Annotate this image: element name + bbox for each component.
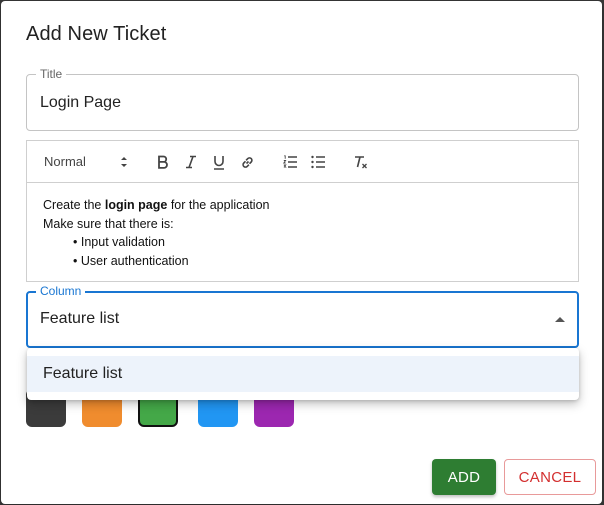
link-icon[interactable]	[237, 152, 257, 172]
content-line-2: Make sure that there is:	[43, 216, 174, 231]
add-ticket-dialog: Add New Ticket Title Login Page Normal C…	[1, 1, 602, 504]
menu-item-feature-list[interactable]: Feature list	[27, 356, 579, 392]
content-line-1: Create the login page for the applicatio…	[43, 198, 270, 212]
title-field-label: Title	[36, 67, 67, 81]
cancel-button[interactable]: CANCEL	[504, 459, 596, 495]
caret-up-icon[interactable]	[555, 317, 565, 322]
editor-content[interactable]: Create the login page for the applicatio…	[43, 196, 270, 270]
underline-icon[interactable]	[209, 152, 229, 172]
rich-text-editor: Normal Create the login page for the app…	[26, 140, 579, 282]
title-field-value[interactable]: Login Page	[40, 94, 121, 112]
column-select[interactable]: Column Feature list	[26, 284, 579, 348]
content-bullet-item: • Input validation	[73, 235, 165, 249]
dialog-title: Add New Ticket	[26, 23, 167, 45]
title-field[interactable]: Title Login Page	[26, 67, 579, 131]
column-dropdown-menu: Feature list	[27, 348, 579, 400]
italic-icon[interactable]	[181, 152, 201, 172]
add-button[interactable]: ADD	[432, 459, 496, 495]
content-bullet-item: • User authentication	[73, 253, 189, 268]
ordered-list-icon[interactable]	[280, 152, 300, 172]
column-select-label: Column	[36, 284, 86, 298]
editor-toolbar: Normal	[27, 141, 578, 183]
clear-format-icon[interactable]	[351, 152, 371, 172]
header-select[interactable]: Normal	[44, 154, 86, 169]
bold-icon[interactable]	[153, 152, 173, 172]
bullet-list-icon[interactable]	[308, 152, 328, 172]
header-select-arrows-icon[interactable]	[119, 154, 129, 170]
column-select-value[interactable]: Feature list	[40, 310, 119, 328]
